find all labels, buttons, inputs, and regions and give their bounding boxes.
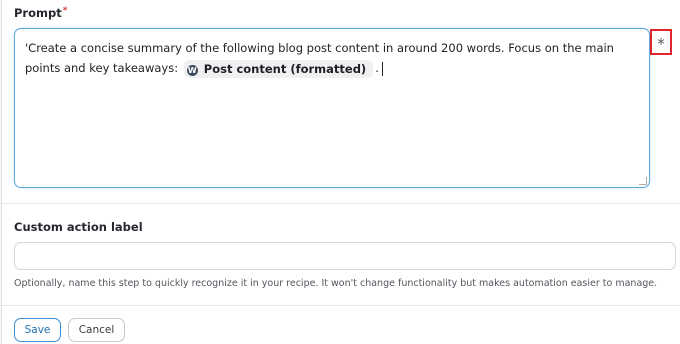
custom-action-help-text: Optionally, name this step to quickly re…	[14, 278, 658, 289]
cancel-button[interactable]: Cancel	[68, 318, 125, 342]
token-label: Post content (formatted)	[203, 61, 367, 76]
resize-handle-icon[interactable]	[639, 177, 647, 185]
prompt-label: Prompt*	[14, 6, 67, 20]
custom-action-label-heading: Custom action label	[14, 220, 143, 234]
prompt-content[interactable]: 'Create a concise summary of the followi…	[25, 38, 643, 78]
wordpress-icon: W	[186, 64, 198, 76]
prompt-textarea[interactable]: 'Create a concise summary of the followi…	[14, 28, 650, 188]
action-config-panel: Prompt* 'Create a concise summary of the…	[1, 0, 680, 344]
footer-divider	[2, 305, 680, 306]
post-content-token[interactable]: W Post content (formatted)	[183, 59, 374, 78]
section-divider	[2, 203, 680, 204]
insert-variable-button[interactable]: *	[650, 29, 672, 55]
custom-action-label-input[interactable]	[14, 242, 676, 270]
prompt-label-text: Prompt	[14, 6, 62, 20]
prompt-text-after-token: .	[375, 61, 379, 75]
save-button[interactable]: Save	[14, 318, 61, 342]
text-cursor	[381, 61, 383, 76]
required-asterisk: *	[62, 6, 68, 16]
